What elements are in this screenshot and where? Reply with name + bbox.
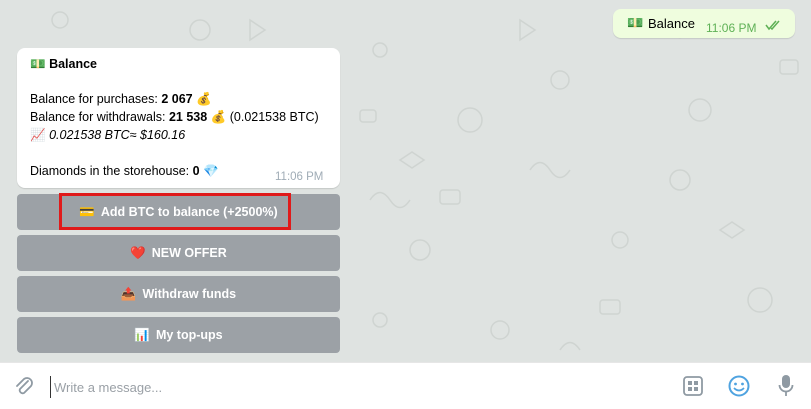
highlight-box — [59, 193, 291, 230]
message-time: 11:06 PM — [706, 21, 757, 35]
paperclip-icon[interactable] — [14, 375, 34, 397]
message-time: 11:06 PM — [275, 171, 324, 183]
outgoing-message-text: Balance — [648, 16, 695, 31]
bar-chart-emoji: 📊 — [134, 327, 150, 342]
chart-up-emoji: 📈 — [30, 128, 46, 142]
money-emoji: 💵 — [627, 15, 644, 30]
double-check-icon — [765, 20, 780, 31]
money-bag-emoji: 💰 — [196, 92, 212, 106]
heart-emoji: ❤️ — [130, 245, 146, 260]
message-composer — [0, 362, 811, 409]
diamond-emoji: 💎 — [203, 164, 219, 178]
incoming-message[interactable]: 💵 Balance Balance for purchases: 2 067 💰… — [17, 48, 340, 188]
my-top-ups-button[interactable]: 📊 My top-ups — [17, 317, 340, 353]
money-bag-emoji: 💰 — [210, 110, 227, 124]
withdraw-funds-button[interactable]: 📤 Withdraw funds — [17, 276, 340, 312]
outgoing-message[interactable]: 💵 Balance 11:06 PM — [613, 9, 795, 38]
bot-commands-icon[interactable] — [683, 376, 703, 396]
money-emoji: 💵 — [30, 57, 46, 71]
diamonds-line: Diamonds in the storehouse: 0 💎 — [30, 164, 219, 178]
message-title: 💵 Balance — [30, 57, 98, 71]
message-input[interactable] — [50, 376, 656, 398]
purchases-balance-line: Balance for purchases: 2 067 💰 — [30, 92, 212, 106]
withdrawals-balance-line: Balance for withdrawals: 21 538 💰 (0.021… — [30, 110, 319, 124]
chat-area: 💵 Balance 11:06 PM 💵 Balance Balance for… — [0, 0, 811, 362]
microphone-icon[interactable] — [778, 374, 794, 398]
outbox-emoji: 📤 — [120, 286, 137, 301]
smiley-icon[interactable] — [728, 375, 750, 397]
new-offer-button[interactable]: ❤️ NEW OFFER — [17, 235, 340, 271]
btc-rate-line: 📈 0.021538 BTC≈ $160.16 — [30, 128, 186, 142]
